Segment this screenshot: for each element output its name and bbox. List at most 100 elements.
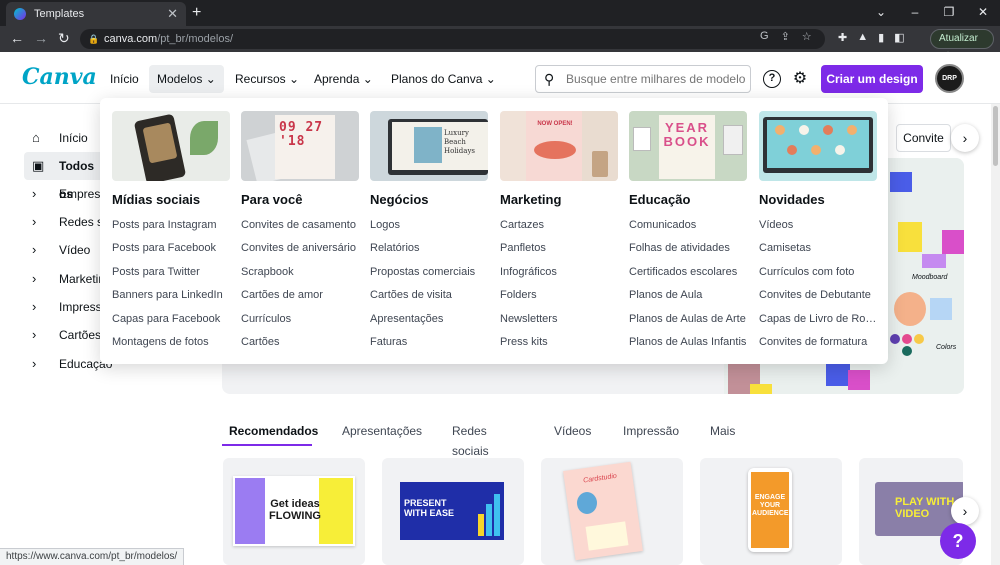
canva-logo[interactable]: Canva [22,64,97,90]
menu-link[interactable]: Currículos com foto [759,263,877,281]
home-icon: ⌂ [32,130,40,145]
menu-link[interactable]: Cartões de visita [370,286,488,304]
menu-link[interactable]: Posts para Facebook [112,239,230,257]
url-field[interactable]: 🔒 canva.com/pt_br/modelos/ [80,29,825,49]
template-card[interactable]: PRESENT WITH EASE [382,458,524,565]
menu-link[interactable]: Planos de Aulas de Arte [629,310,747,328]
sidebar-item-marketing[interactable]: › Marketin [24,265,110,293]
menu-link[interactable]: Folhas de atividades [629,239,747,257]
menu-link[interactable]: Camisetas [759,239,877,257]
thumb-business[interactable]: Luxury Beach Holidays [370,111,488,181]
menu-link[interactable]: Convites de casamento [241,216,359,234]
tab-search-icon[interactable]: ⌄ [864,0,898,26]
menu-link[interactable]: Press kits [500,333,618,351]
menu-link[interactable]: Infográficos [500,263,618,281]
cards-next-arrow-icon[interactable]: › [951,497,979,525]
sidebar-item-empresa[interactable]: › Empresa [24,180,110,208]
menu-link[interactable]: Apresentações [370,310,488,328]
menu-link[interactable]: Logos [370,216,488,234]
sidebar-item-redes[interactable]: › Redes so [24,208,110,236]
thumb-for-you[interactable]: 09 27 '18 [241,111,359,181]
menu-link[interactable]: Newsletters [500,310,618,328]
sidebar-item-cartoes[interactable]: › Cartões [24,321,110,349]
update-label: Atualizar [939,33,978,44]
menu-link[interactable]: Planos de Aulas Infantis [629,333,747,351]
scrollbar-track[interactable] [991,104,1000,565]
menu-link[interactable]: Cartões de amor [241,286,359,304]
profile-icon[interactable]: ◧ [894,31,904,44]
sidebar-item-todos[interactable]: ▣ Todos os [24,152,110,201]
google-icon[interactable]: G [760,30,769,43]
menu-link[interactable]: Posts para Instagram [112,216,230,234]
chip-convite[interactable]: Convite [896,124,951,152]
thumb-education[interactable]: YEAR BOOK [629,111,747,181]
nav-inicio[interactable]: Início [102,65,147,93]
share-icon[interactable]: ⇪ [781,30,790,43]
menu-link[interactable]: Relatórios [370,239,488,257]
menu-link[interactable]: Vídeos [759,216,877,234]
sidebar-item-video[interactable]: › Vídeo [24,236,110,264]
close-window-button[interactable]: ✕ [966,0,1000,26]
menu-link[interactable]: Planos de Aula [629,286,747,304]
template-card[interactable]: Cardstudio [541,458,683,565]
sidebar-item-inicio[interactable]: ⌂ Início [24,124,110,152]
side-panel-icon[interactable]: ▮ [878,31,884,44]
menu-link[interactable]: Scrapbook [241,263,359,281]
menu-link[interactable]: Capas de Livro de Romance [759,310,877,328]
browser-tab[interactable]: Templates ✕ [6,2,186,26]
menu-link[interactable]: Capas para Facebook [112,310,230,328]
extension-flask-icon[interactable]: ▲ [857,31,868,44]
minimize-button[interactable]: – [898,0,932,26]
menu-link[interactable]: Montagens de fotos [112,333,230,351]
menu-link[interactable]: Propostas comerciais [370,263,488,281]
create-design-button[interactable]: Criar um design [821,65,923,93]
template-card[interactable]: ENGAGE YOUR AUDIENCE [700,458,842,565]
thumb-social-media[interactable] [112,111,230,181]
tab-mais[interactable]: Mais [710,421,735,441]
maximize-button[interactable]: ❐ [932,0,966,26]
help-fab-button[interactable]: ? [940,523,976,559]
help-icon[interactable]: ? [763,70,781,88]
sidebar-item-educacao[interactable]: › Educação [24,350,112,378]
nav-modelos[interactable]: Modelos ⌄ [149,65,224,93]
menu-link[interactable]: Cartazes [500,216,618,234]
menu-link[interactable]: Convites de aniversário [241,239,359,257]
tab-impressao[interactable]: Impressão [623,421,679,441]
thumb-marketing[interactable]: NOW OPEN! [500,111,618,181]
menu-link[interactable]: Certificados escolares [629,263,747,281]
nav-recursos[interactable]: Recursos ⌄ [227,65,307,93]
scrollbar-thumb[interactable] [993,106,998,166]
tab-apresentacoes[interactable]: Apresentações [342,421,422,441]
menu-link[interactable]: Banners para LinkedIn [112,286,230,304]
menu-link[interactable]: Comunicados [629,216,747,234]
forward-icon[interactable]: → [34,30,48,46]
tab-redes-sociais[interactable]: Redes sociais [452,421,489,461]
menu-link[interactable]: Cartões [241,333,359,351]
sidebar-item-impresso[interactable]: › Impresso [24,293,110,321]
search-input[interactable] [566,69,746,89]
reload-icon[interactable]: ↻ [58,30,70,47]
template-card[interactable]: Get ideas FLOWING [223,458,365,565]
menu-link[interactable]: Faturas [370,333,488,351]
menu-link[interactable]: Currículos [241,310,359,328]
menu-link[interactable]: Convites de formatura [759,333,877,351]
settings-gear-icon[interactable]: ⚙ [791,70,809,88]
tab-videos[interactable]: Vídeos [554,421,591,441]
menu-link[interactable]: Folders [500,286,618,304]
thumb-new[interactable] [759,111,877,181]
menu-link[interactable]: Panfletos [500,239,618,257]
nav-planos[interactable]: Planos do Canva ⌄ [383,65,504,93]
new-tab-button[interactable]: + [192,4,201,22]
tab-recomendados[interactable]: Recomendados [229,421,318,441]
chips-next-arrow-icon[interactable]: › [951,124,979,152]
update-button[interactable]: Atualizar ⋮ [930,29,994,62]
nav-aprenda[interactable]: Aprenda ⌄ [306,65,381,93]
menu-link[interactable]: Posts para Twitter [112,263,230,281]
avatar[interactable]: DRP [935,64,964,93]
close-tab-icon[interactable]: ✕ [167,6,178,22]
extensions-puzzle-icon[interactable]: ✚ [838,31,847,44]
menu-link[interactable]: Convites de Debutante [759,286,877,304]
back-icon[interactable]: ← [10,30,24,46]
card-text: ENGAGE YOUR AUDIENCE [752,494,789,517]
bookmark-star-icon[interactable]: ☆ [802,30,812,43]
